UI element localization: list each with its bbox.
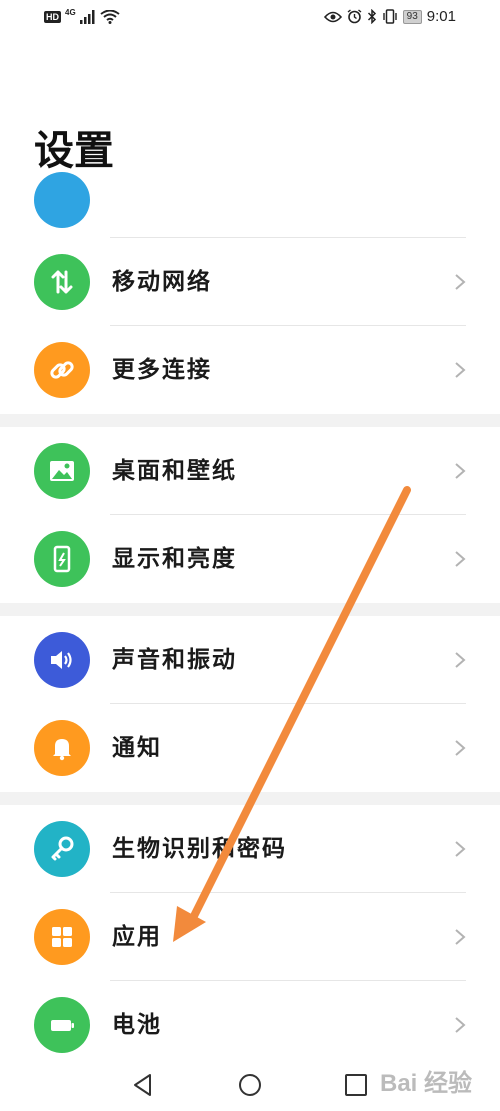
chevron-right-icon xyxy=(455,362,466,378)
settings-item-home-wallpaper[interactable]: 桌面和壁纸 xyxy=(0,427,500,515)
status-left: HD 4G xyxy=(44,7,120,24)
hd-badge: HD xyxy=(44,11,61,23)
settings-item-battery[interactable]: 电池 xyxy=(0,981,500,1069)
settings-list: 移动网络 更多连接 桌面和壁纸 显示和亮度 声音和振动 通知 生物识别和密码 应… xyxy=(0,172,500,1069)
image-icon xyxy=(34,443,90,499)
alarm-icon xyxy=(347,9,362,24)
network-type-label: 4G xyxy=(65,7,76,17)
settings-item-label: 更多连接 xyxy=(112,356,212,383)
settings-item-label: 移动网络 xyxy=(112,268,212,295)
battery-icon xyxy=(34,997,90,1053)
home-icon[interactable] xyxy=(237,1072,263,1098)
group-separator xyxy=(0,414,500,427)
group-separator xyxy=(0,792,500,805)
speaker-icon xyxy=(34,632,90,688)
vibrate-icon xyxy=(382,9,397,24)
settings-item-mobile-network[interactable]: 移动网络 xyxy=(0,238,500,326)
status-bar: HD 4G 93 9:01 xyxy=(0,0,500,36)
settings-item-biometrics-password[interactable]: 生物识别和密码 xyxy=(0,805,500,893)
chevron-right-icon xyxy=(455,1017,466,1033)
chevron-right-icon xyxy=(455,463,466,479)
settings-item-label: 桌面和壁纸 xyxy=(112,457,237,484)
watermark-logo: Bai 经验 xyxy=(379,1070,472,1097)
wifi-icon xyxy=(100,10,120,24)
settings-item-apps[interactable]: 应用 xyxy=(0,893,500,981)
settings-item-display-brightness[interactable]: 显示和亮度 xyxy=(0,515,500,603)
settings-item-label: 电池 xyxy=(112,1011,162,1038)
chevron-right-icon xyxy=(455,841,466,857)
settings-item-label: 声音和振动 xyxy=(112,646,237,673)
settings-item-label: 通知 xyxy=(112,734,162,761)
battery-level: 93 xyxy=(402,9,422,24)
status-clock: 9:01 xyxy=(426,8,456,25)
chevron-right-icon xyxy=(455,740,466,756)
partial-item-icon xyxy=(34,172,90,228)
mobile-data-icon xyxy=(34,254,90,310)
recents-icon[interactable] xyxy=(343,1072,369,1098)
chevron-right-icon xyxy=(455,274,466,290)
settings-item-more-connections[interactable]: 更多连接 xyxy=(0,326,500,414)
apps-grid-icon xyxy=(34,909,90,965)
settings-item-label: 应用 xyxy=(112,923,162,950)
bluetooth-icon xyxy=(367,9,376,24)
chevron-right-icon xyxy=(455,551,466,567)
eye-comfort-icon xyxy=(323,11,342,22)
settings-item-label: 生物识别和密码 xyxy=(112,835,287,862)
key-icon xyxy=(34,821,90,877)
back-icon[interactable] xyxy=(130,1072,156,1098)
settings-item-partial[interactable] xyxy=(0,172,500,238)
page-title: 设置 xyxy=(34,127,114,174)
settings-item-label: 显示和亮度 xyxy=(112,545,237,572)
group-separator xyxy=(0,603,500,616)
settings-item-notifications[interactable]: 通知 xyxy=(0,704,500,792)
cellular-signal-icon xyxy=(79,10,95,24)
link-icon xyxy=(34,342,90,398)
settings-item-sound-vibration[interactable]: 声音和振动 xyxy=(0,616,500,704)
chevron-right-icon xyxy=(455,929,466,945)
phone-display-icon xyxy=(34,531,90,587)
status-right: 93 9:01 xyxy=(323,8,456,25)
chevron-right-icon xyxy=(455,652,466,668)
bell-icon xyxy=(34,720,90,776)
